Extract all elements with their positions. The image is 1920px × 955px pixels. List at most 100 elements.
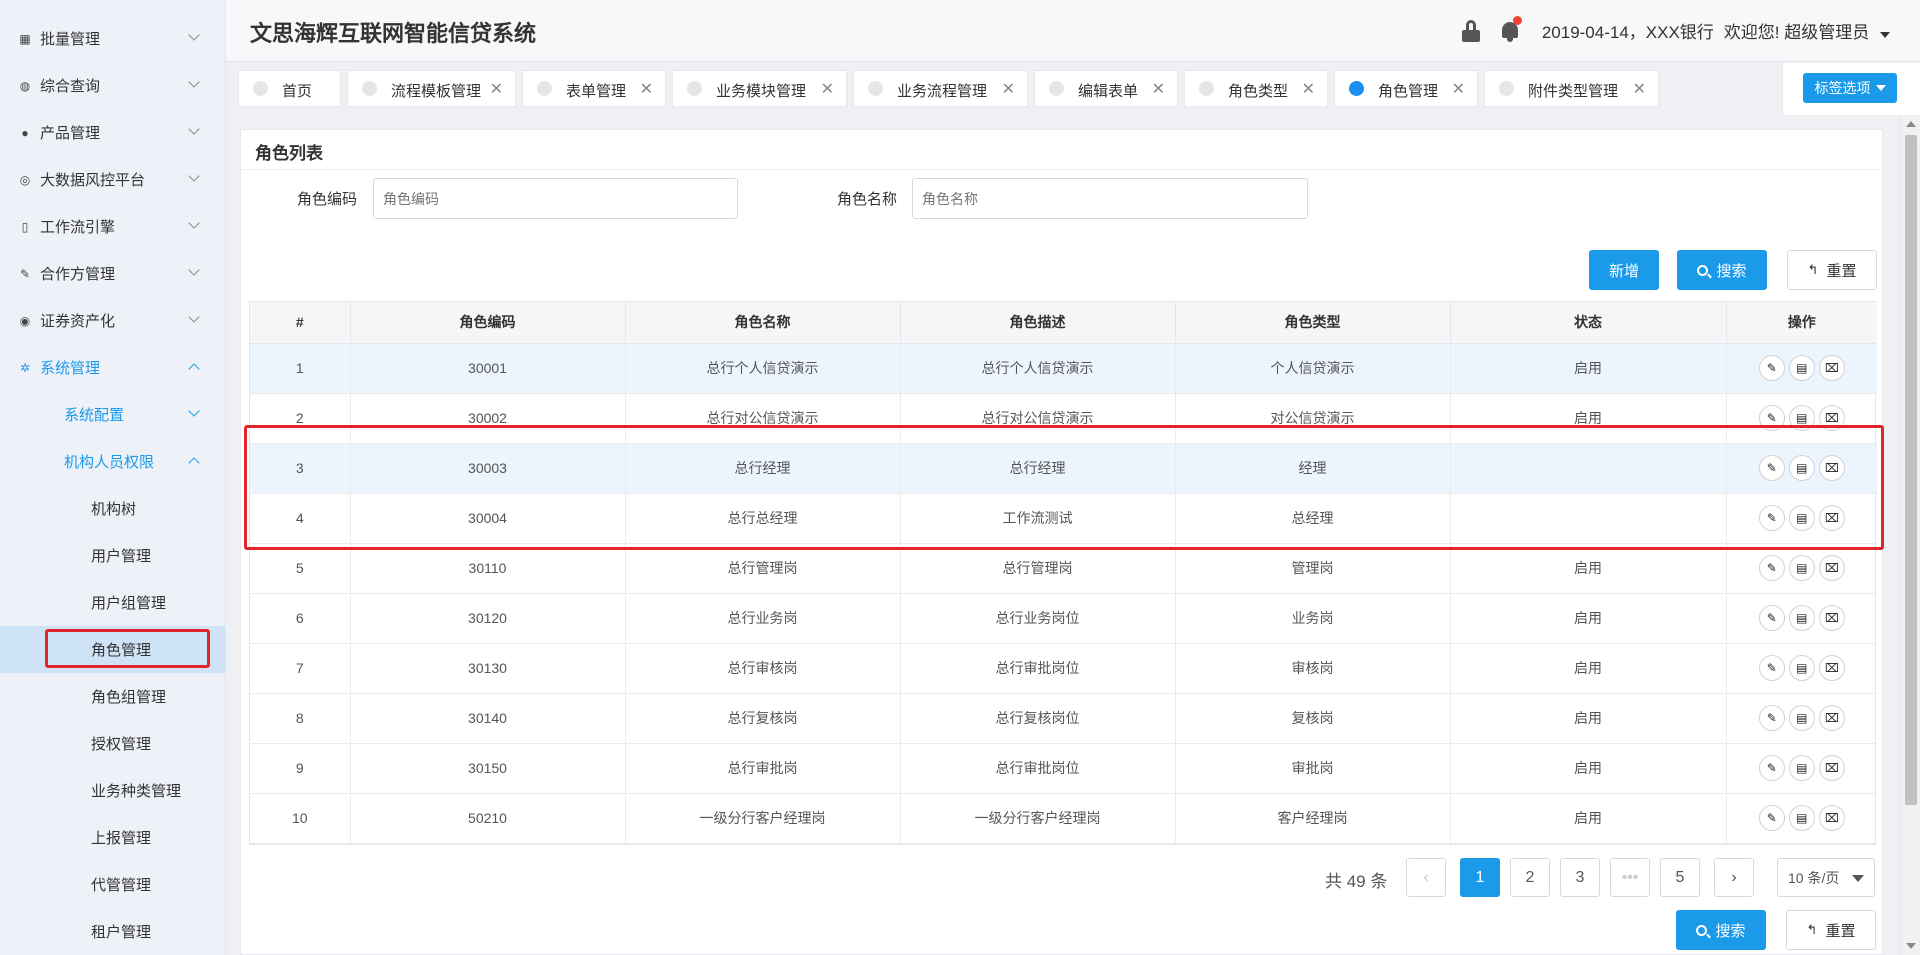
app-title: 文思海辉互联网智能信贷系统 <box>250 21 537 46</box>
delete-icon[interactable]: ⌧ <box>1818 805 1845 831</box>
sidebar-item-workflow[interactable]: ▯ 工作流引擎 <box>0 203 225 250</box>
delete-icon[interactable]: ⌧ <box>1818 705 1845 731</box>
sidebar-item-org-permission[interactable]: 机构人员权限 <box>0 438 225 485</box>
detail-icon[interactable]: ▤ <box>1788 705 1815 731</box>
table-cell-status: 启用 <box>1450 743 1727 794</box>
sidebar-item-partner[interactable]: ✎ 合作方管理 <box>0 250 225 297</box>
table-cell-name: 总行审核岗 <box>625 643 901 694</box>
delete-icon[interactable]: ⌧ <box>1818 655 1845 681</box>
table-cell-desc: 总行管理岗 <box>900 543 1176 594</box>
table-cell-actions: ✎ ▤ ⌧ <box>1726 743 1877 794</box>
delete-icon[interactable]: ⌧ <box>1818 355 1845 381</box>
tab-biz-flow[interactable]: 业务流程管理 ✕ <box>853 70 1028 107</box>
scroll-down-arrow-icon[interactable] <box>1906 943 1916 949</box>
lock-icon[interactable] <box>1461 19 1480 42</box>
table-row[interactable]: 1 30001 总行个人信贷演示 总行个人信贷演示 个人信贷演示 启用 ✎ ▤ ⌧ <box>250 343 1877 394</box>
scroll-up-arrow-icon[interactable] <box>1906 121 1916 127</box>
close-icon[interactable]: ✕ <box>1152 79 1165 99</box>
edit-icon[interactable]: ✎ <box>1758 755 1785 781</box>
close-icon[interactable]: ✕ <box>490 79 503 99</box>
delete-icon[interactable]: ⌧ <box>1818 605 1845 631</box>
page-size-select[interactable]: 10 条/页 <box>1777 858 1875 897</box>
sidebar-item-securitization[interactable]: ◉ 证券资产化 <box>0 297 225 344</box>
tab-options-button[interactable]: 标签选项 <box>1803 73 1897 103</box>
next-page-button[interactable]: › <box>1714 858 1754 897</box>
page-button[interactable]: 5 <box>1660 858 1700 897</box>
user-menu[interactable]: 欢迎您! 超级管理员 <box>1724 18 1890 43</box>
tab-dot-icon <box>687 81 702 96</box>
close-icon[interactable]: ✕ <box>1002 79 1015 99</box>
detail-icon[interactable]: ▤ <box>1788 355 1815 381</box>
page-button[interactable]: 1 <box>1460 858 1500 897</box>
sidebar-item-query[interactable]: ◍ 综合查询 <box>0 62 225 109</box>
detail-icon[interactable]: ▤ <box>1788 655 1815 681</box>
edit-icon[interactable]: ✎ <box>1758 605 1785 631</box>
sidebar-item-report-mgmt[interactable]: 上报管理 <box>0 814 225 861</box>
edit-icon[interactable]: ✎ <box>1758 355 1785 381</box>
tab-attachment-type[interactable]: 附件类型管理 ✕ <box>1484 70 1659 107</box>
add-button[interactable]: 新增 <box>1589 250 1659 290</box>
page-ellipsis[interactable]: ••• <box>1610 858 1650 897</box>
sidebar-item-label: 机构人员权限 <box>64 454 155 471</box>
scroll-thumb[interactable] <box>1905 135 1917 805</box>
sidebar-item-product[interactable]: ● 产品管理 <box>0 109 225 156</box>
role-code-label: 角色编码 <box>297 191 358 208</box>
edit-icon[interactable]: ✎ <box>1758 555 1785 581</box>
footer-reset-button[interactable]: ↰ 重置 <box>1786 910 1876 950</box>
delete-icon[interactable]: ⌧ <box>1818 555 1845 581</box>
sidebar-item-label: 合作方管理 <box>40 266 116 283</box>
sidebar-item-tenant-mgmt[interactable]: 租户管理 <box>0 908 225 955</box>
page-button[interactable]: 2 <box>1510 858 1550 897</box>
table-header-row: # 角色编码 角色名称 角色描述 角色类型 状态 操作 <box>250 302 1877 344</box>
prev-page-button[interactable]: ‹ <box>1406 858 1446 897</box>
sidebar-item-rolegroup-mgmt[interactable]: 角色组管理 <box>0 673 225 720</box>
close-icon[interactable]: ✕ <box>1633 79 1646 99</box>
edit-icon[interactable]: ✎ <box>1758 655 1785 681</box>
table-row[interactable]: 9 30150 总行审批岗 总行审批岗位 审批岗 启用 ✎ ▤ ⌧ <box>250 743 1877 794</box>
sidebar-item-custody-mgmt[interactable]: 代管管理 <box>0 861 225 908</box>
edit-icon[interactable]: ✎ <box>1758 705 1785 731</box>
sidebar-item-batch[interactable]: ▦ 批量管理 <box>0 15 225 62</box>
edit-icon[interactable]: ✎ <box>1758 805 1785 831</box>
tab-role-type[interactable]: 角色类型 ✕ <box>1184 70 1328 107</box>
sidebar-item-label: 机构树 <box>91 501 137 518</box>
detail-icon[interactable]: ▤ <box>1788 605 1815 631</box>
reset-button[interactable]: ↰ 重置 <box>1787 250 1877 290</box>
tab-home[interactable]: 首页 <box>238 70 341 107</box>
footer-search-button[interactable]: 搜索 <box>1676 910 1766 950</box>
chevron-down-icon <box>188 311 200 323</box>
search-button[interactable]: 搜索 <box>1677 250 1767 290</box>
panel-title: 角色列表 <box>255 144 323 163</box>
sidebar-item-risk[interactable]: ◎ 大数据风控平台 <box>0 156 225 203</box>
sidebar-item-system-config[interactable]: 系统配置 <box>0 391 225 438</box>
sidebar-item-system[interactable]: ✲ 系统管理 <box>0 344 225 391</box>
delete-icon[interactable]: ⌧ <box>1818 755 1845 781</box>
role-name-input[interactable] <box>912 178 1308 219</box>
table-row[interactable]: 10 50210 一级分行客户经理岗 一级分行客户经理岗 客户经理岗 启用 ✎ ▤ ⌧ <box>250 793 1877 844</box>
detail-icon[interactable]: ▤ <box>1788 755 1815 781</box>
table-row[interactable]: 8 30140 总行复核岗 总行复核岗位 复核岗 启用 ✎ ▤ ⌧ <box>250 693 1877 744</box>
sidebar-item-usergroup-mgmt[interactable]: 用户组管理 <box>0 579 225 626</box>
sidebar-item-user-mgmt[interactable]: 用户管理 <box>0 532 225 579</box>
page-button[interactable]: 3 <box>1560 858 1600 897</box>
sidebar-item-biztype-mgmt[interactable]: 业务种类管理 <box>0 767 225 814</box>
close-icon[interactable]: ✕ <box>821 79 834 99</box>
close-icon[interactable]: ✕ <box>640 79 653 99</box>
role-code-input[interactable] <box>373 178 738 219</box>
table-row[interactable]: 6 30120 总行业务岗 总行业务岗位 业务岗 启用 ✎ ▤ ⌧ <box>250 593 1877 644</box>
sidebar-item-auth-mgmt[interactable]: 授权管理 <box>0 720 225 767</box>
sidebar-item-org-tree[interactable]: 机构树 <box>0 485 225 532</box>
tab-role-mgmt[interactable]: 角色管理 ✕ <box>1334 70 1478 107</box>
detail-icon[interactable]: ▤ <box>1788 805 1815 831</box>
vertical-scrollbar[interactable] <box>1900 115 1920 955</box>
tab-form-mgmt[interactable]: 表单管理 ✕ <box>522 70 666 107</box>
close-icon[interactable]: ✕ <box>1302 79 1315 99</box>
tab-biz-module[interactable]: 业务模块管理 ✕ <box>672 70 847 107</box>
table-row[interactable]: 7 30130 总行审核岗 总行审批岗位 审核岗 启用 ✎ ▤ ⌧ <box>250 643 1877 694</box>
tab-edit-form[interactable]: 编辑表单 ✕ <box>1034 70 1178 107</box>
close-icon[interactable]: ✕ <box>1452 79 1465 99</box>
detail-icon[interactable]: ▤ <box>1788 555 1815 581</box>
table-row[interactable]: 5 30110 总行管理岗 总行管理岗 管理岗 启用 ✎ ▤ ⌧ <box>250 543 1877 594</box>
tab-flow-template[interactable]: 流程模板管理 ✕ <box>347 70 516 107</box>
bell-icon[interactable] <box>1500 15 1522 42</box>
